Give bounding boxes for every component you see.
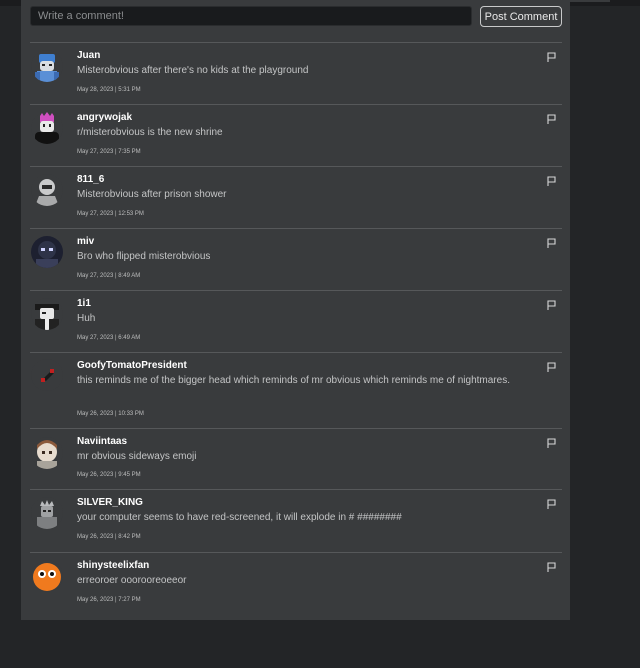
comment-text: erreoroer ooorooreoeeor	[77, 575, 187, 586]
comment-timestamp: May 26, 2023 | 7:27 PM	[77, 597, 141, 603]
avatar[interactable]	[31, 497, 63, 529]
comment-username[interactable]: angrywojak	[77, 112, 132, 123]
comment-text: mr obvious sideways emoji	[77, 451, 197, 462]
flag-icon[interactable]	[547, 176, 556, 186]
comments-panel: Post Comment Juan Misterobvious after th…	[21, 0, 570, 620]
comment-username[interactable]: Naviintaas	[77, 436, 127, 447]
comment-item: 811_6 Misterobvious after prison shower …	[30, 166, 562, 228]
comment-text: your computer seems to have red-screened…	[77, 512, 402, 523]
comment-username[interactable]: Juan	[77, 50, 100, 61]
post-comment-button[interactable]: Post Comment	[480, 6, 562, 27]
comment-timestamp: May 27, 2023 | 8:49 AM	[77, 273, 141, 279]
avatar[interactable]	[31, 174, 63, 206]
flag-icon[interactable]	[547, 52, 556, 62]
comment-text: this reminds me of the bigger head which…	[77, 375, 510, 386]
comment-timestamp: May 27, 2023 | 6:49 AM	[77, 335, 141, 341]
flag-icon[interactable]	[547, 362, 556, 372]
comment-username[interactable]: shinysteelixfan	[77, 560, 149, 571]
comment-item: Juan Misterobvious after there's no kids…	[30, 42, 562, 104]
comment-item: shinysteelixfan erreoroer ooorooreoeeor …	[30, 552, 562, 614]
comment-timestamp: May 26, 2023 | 10:33 PM	[77, 411, 144, 417]
flag-icon[interactable]	[547, 114, 556, 124]
comment-timestamp: May 26, 2023 | 9:45 PM	[77, 472, 141, 478]
comment-timestamp: May 27, 2023 | 12:53 PM	[77, 211, 144, 217]
comment-username[interactable]: miv	[77, 236, 94, 247]
comment-input[interactable]	[30, 6, 472, 26]
comment-username[interactable]: GoofyTomatoPresident	[77, 360, 187, 371]
comment-text: Misterobvious after prison shower	[77, 189, 227, 200]
comment-text: r/misterobvious is the new shrine	[77, 127, 223, 138]
comment-item: SILVER_KING your computer seems to have …	[30, 489, 562, 552]
comment-username[interactable]: 811_6	[77, 174, 104, 185]
comment-item: angrywojak r/misterobvious is the new sh…	[30, 104, 562, 166]
comment-item: miv Bro who flipped misterobvious May 27…	[30, 228, 562, 290]
flag-icon[interactable]	[547, 238, 556, 248]
avatar[interactable]	[31, 560, 63, 592]
comment-item: 1i1 Huh May 27, 2023 | 6:49 AM	[30, 290, 562, 352]
avatar[interactable]	[31, 437, 63, 469]
comment-timestamp: May 26, 2023 | 8:42 PM	[77, 534, 141, 540]
comment-text: Bro who flipped misterobvious	[77, 251, 211, 262]
comment-username[interactable]: 1i1	[77, 298, 91, 309]
comment-item: GoofyTomatoPresident this reminds me of …	[30, 352, 562, 428]
comment-text: Misterobvious after there's no kids at t…	[77, 65, 309, 76]
avatar[interactable]	[31, 112, 63, 144]
comment-text: Huh	[77, 313, 96, 324]
comment-username[interactable]: SILVER_KING	[77, 497, 143, 508]
avatar[interactable]	[31, 236, 63, 268]
comment-timestamp: May 27, 2023 | 7:35 PM	[77, 149, 141, 155]
comment-timestamp: May 28, 2023 | 5:31 PM	[77, 87, 141, 93]
comment-bar: Post Comment	[30, 6, 562, 28]
avatar[interactable]	[31, 50, 63, 82]
avatar[interactable]	[31, 359, 63, 391]
flag-icon[interactable]	[547, 438, 556, 448]
comment-item: Naviintaas mr obvious sideways emoji May…	[30, 428, 562, 489]
flag-icon[interactable]	[547, 562, 556, 572]
flag-icon[interactable]	[547, 300, 556, 310]
avatar[interactable]	[31, 298, 63, 330]
flag-icon[interactable]	[547, 499, 556, 509]
comment-list: Juan Misterobvious after there's no kids…	[30, 42, 562, 614]
